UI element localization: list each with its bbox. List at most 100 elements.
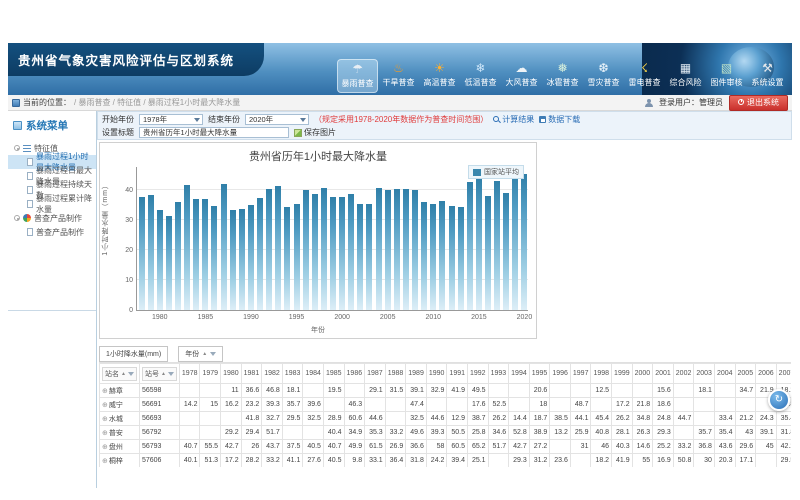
year-column-header[interactable]: 1980: [221, 364, 242, 384]
column-field[interactable]: 年份 ▲: [178, 346, 223, 362]
expand-icon[interactable]: ⊕: [102, 388, 108, 395]
year-column-header[interactable]: 2006: [756, 364, 777, 384]
year-column-header[interactable]: 1986: [344, 364, 365, 384]
chart-bar-2013: [458, 207, 464, 310]
year-column-header[interactable]: 1979: [200, 364, 221, 384]
value-cell: 35.4: [714, 426, 735, 440]
nav-item-system-settings[interactable]: ⚒系统设置: [747, 59, 788, 93]
year-column-header[interactable]: 1991: [447, 364, 468, 384]
value-cell: 31.8: [406, 454, 427, 468]
expand-icon[interactable]: ⊕: [102, 402, 108, 409]
chart-bar-2005: [385, 190, 391, 310]
value-cell: 25.9: [570, 426, 591, 440]
chart-bar-1981: [166, 216, 172, 311]
nav-item-rainstorm-survey[interactable]: ☂暴雨普查: [337, 59, 378, 93]
year-column-header[interactable]: 2005: [735, 364, 756, 384]
sort-asc-icon[interactable]: ▲: [121, 371, 126, 377]
collapse-icon[interactable]: [14, 215, 20, 221]
filter-icon[interactable]: [210, 352, 216, 356]
measure-field[interactable]: 1小时降水量(mm): [99, 346, 168, 362]
year-column-header[interactable]: 1978: [179, 364, 200, 384]
year-column-header[interactable]: 1984: [303, 364, 324, 384]
value-cell: 17.2: [221, 454, 242, 468]
collapse-icon[interactable]: [14, 145, 20, 151]
sort-asc-icon[interactable]: ▲: [202, 351, 207, 357]
value-cell: 42.7: [509, 440, 530, 454]
year-column-header[interactable]: 2003: [694, 364, 715, 384]
nav-item-label: 雪灾普查: [588, 78, 620, 87]
refresh-float-button[interactable]: ↻: [768, 389, 790, 411]
start-year-select[interactable]: 1978年: [139, 114, 203, 125]
value-cell: 38.9: [529, 426, 550, 440]
calculate-button[interactable]: 计算结果: [493, 114, 534, 125]
value-cell: [179, 384, 200, 398]
year-column-header[interactable]: 2007: [776, 364, 791, 384]
logout-button[interactable]: 退出系统: [729, 95, 788, 111]
year-column-header[interactable]: 2004: [714, 364, 735, 384]
value-cell: 31.2: [529, 454, 550, 468]
filter-icon[interactable]: [128, 372, 134, 376]
year-column-header[interactable]: 2002: [673, 364, 694, 384]
year-column-header[interactable]: 1999: [612, 364, 633, 384]
nav-item-map-review[interactable]: ▧图件审核: [706, 59, 747, 93]
chart-title-input[interactable]: [139, 127, 289, 138]
save-image-button[interactable]: 保存图片: [294, 127, 336, 138]
sidebar-item[interactable]: 暴雨过程累计降水量: [8, 197, 96, 211]
nav-item-hail-survey[interactable]: ❅冰雹普查: [542, 59, 583, 93]
end-year-select[interactable]: 2020年: [245, 114, 309, 125]
sidebar-item[interactable]: 普查产品制作: [8, 225, 96, 239]
sort-asc-icon[interactable]: ▲: [161, 371, 166, 377]
nav-item-snow-survey[interactable]: ❆雪灾普查: [583, 59, 624, 93]
year-column-header[interactable]: 1981: [241, 364, 262, 384]
nav-item-drought-survey[interactable]: ♨干旱普查: [378, 59, 419, 93]
x-tick-label: 1985: [191, 314, 219, 321]
station-name-cell: ⊕威宁: [100, 398, 140, 412]
year-column-header[interactable]: 1998: [591, 364, 612, 384]
year-column-header[interactable]: 1982: [262, 364, 283, 384]
year-column-header[interactable]: 2001: [653, 364, 674, 384]
nav-item-low-temp-survey[interactable]: ❄低温普查: [460, 59, 501, 93]
year-column-header[interactable]: 1997: [570, 364, 591, 384]
chart-bar-2009: [421, 202, 427, 310]
expand-icon[interactable]: ⊕: [102, 430, 108, 437]
value-cell: 32.9: [426, 384, 447, 398]
expand-icon[interactable]: ⊕: [102, 444, 108, 451]
year-column-header[interactable]: 1988: [385, 364, 406, 384]
value-cell: 33.1: [365, 454, 386, 468]
value-cell: 29.5: [282, 412, 303, 426]
year-column-header[interactable]: 1993: [488, 364, 509, 384]
expand-icon[interactable]: ⊕: [102, 458, 108, 465]
filter-icon[interactable]: [168, 372, 174, 376]
table-row: ⊕桐梓5760640.151.317.228.233.241.127.640.5…: [100, 454, 792, 468]
year-column-header[interactable]: 1987: [365, 364, 386, 384]
expand-icon[interactable]: ⊕: [102, 416, 108, 423]
station-no-header[interactable]: 站号▲: [139, 364, 179, 384]
year-column-header[interactable]: 1992: [468, 364, 489, 384]
value-cell: 25.8: [468, 426, 489, 440]
nav-item-comprehensive-risk[interactable]: ▦综合风险: [665, 59, 706, 93]
value-cell: 31: [570, 440, 591, 454]
year-column-header[interactable]: 1985: [323, 364, 344, 384]
download-button[interactable]: 数据下载: [539, 114, 580, 125]
year-column-header[interactable]: 1995: [529, 364, 550, 384]
year-column-header[interactable]: 1994: [509, 364, 530, 384]
station-name-header[interactable]: 站名▲: [100, 364, 140, 384]
value-cell: 50.8: [673, 454, 694, 468]
year-column-header[interactable]: 1996: [550, 364, 571, 384]
value-cell: 51.7: [488, 440, 509, 454]
year-column-header[interactable]: 1983: [282, 364, 303, 384]
breadcrumb[interactable]: / 暴雨普查 / 特征值 / 暴雨过程1小时最大降水量: [74, 97, 240, 108]
nav-item-lightning-survey[interactable]: ☇雷电普查: [624, 59, 665, 93]
year-column-header[interactable]: 2000: [632, 364, 653, 384]
year-column-header[interactable]: 1990: [426, 364, 447, 384]
year-column-header[interactable]: 1989: [406, 364, 427, 384]
nav-item-wind-survey[interactable]: ☁大风普查: [501, 59, 542, 93]
x-tick-label: 2015: [465, 314, 493, 321]
nav-item-high-temp-survey[interactable]: ☀高温普查: [419, 59, 460, 93]
chart-bar-1988: [230, 210, 236, 310]
main-content: 开始年份 1978年 结束年份 2020年 （规定采用1978-2020年数据作…: [97, 111, 792, 488]
power-icon: [738, 99, 744, 105]
value-cell: 39.3: [426, 426, 447, 440]
drought-survey-icon: ♨: [378, 61, 419, 76]
y-tick-label: 30: [111, 217, 133, 224]
